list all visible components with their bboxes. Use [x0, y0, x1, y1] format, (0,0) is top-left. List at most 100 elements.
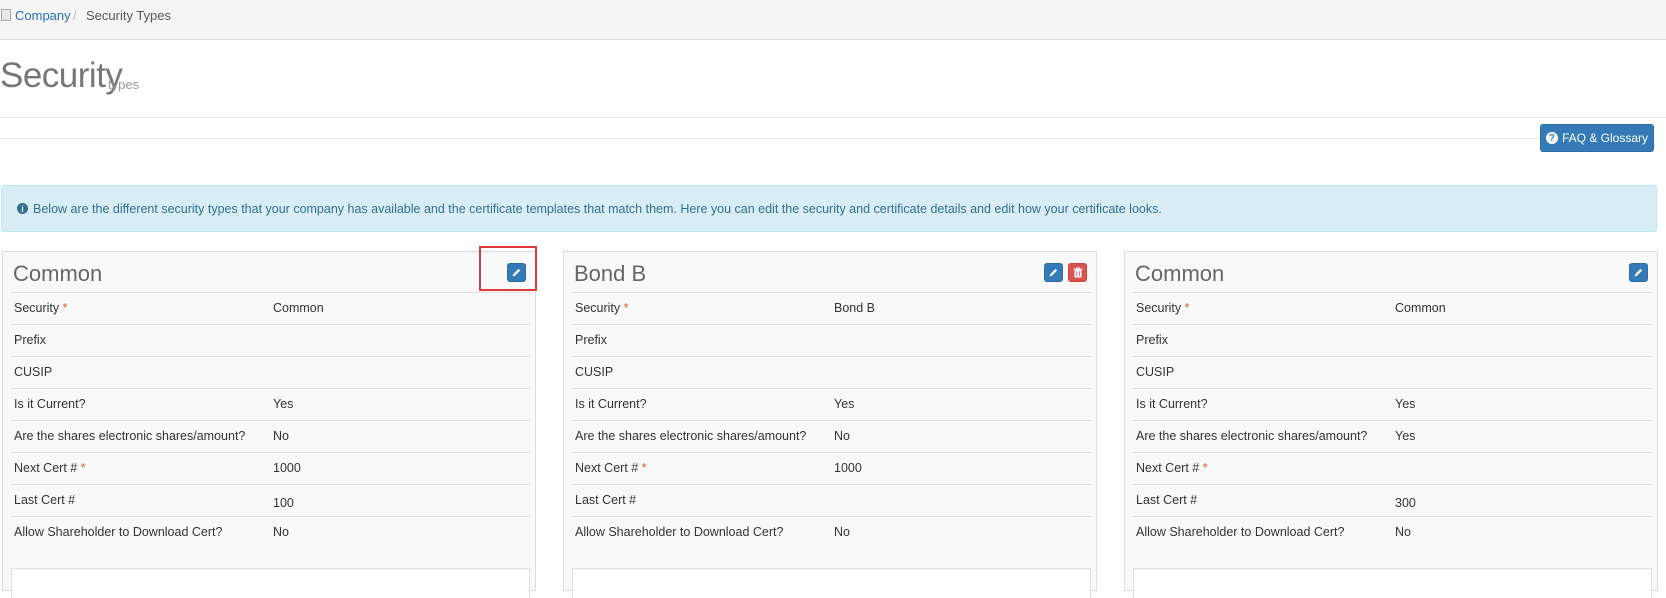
field-label-text: CUSIP: [14, 365, 53, 379]
field-label-text: Are the shares electronic shares/amount?: [1136, 429, 1368, 443]
field-row: Last Cert #: [572, 484, 1091, 516]
field-label: Is it Current?: [14, 397, 86, 411]
field-label-text: Last Cert #: [14, 493, 76, 507]
required-marker: *: [1202, 461, 1208, 475]
field-value: Common: [273, 301, 324, 315]
edit-button[interactable]: [1044, 263, 1063, 282]
field-label-text: Prefix: [14, 333, 46, 347]
faq-glossary-label: FAQ & Glossary: [1561, 131, 1649, 145]
breadcrumb: Company / Security Types: [0, 0, 1666, 40]
field-label-text: Next Cert #: [14, 461, 78, 475]
field-label: CUSIP: [575, 365, 613, 379]
field-label-text: Is it Current?: [575, 397, 647, 411]
card-actions: [1044, 263, 1087, 282]
field-row: Prefix: [11, 324, 530, 356]
breadcrumb-separator: /: [73, 8, 77, 23]
pencil-icon: [1633, 267, 1644, 278]
field-label-text: Is it Current?: [14, 397, 86, 411]
field-row: Prefix: [572, 324, 1091, 356]
divider: [0, 138, 1540, 139]
field-label: Allow Shareholder to Download Cert?: [14, 525, 222, 539]
field-label: Security *: [14, 301, 68, 315]
field-label-text: Are the shares electronic shares/amount?: [575, 429, 807, 443]
delete-button[interactable]: [1068, 263, 1087, 282]
field-row: Last Cert # 300: [1133, 484, 1652, 516]
field-row: Are the shares electronic shares/amount?…: [1133, 420, 1652, 452]
field-value: 100: [273, 496, 294, 510]
field-label: Allow Shareholder to Download Cert?: [575, 525, 783, 539]
card-footer-panel: [572, 568, 1091, 598]
required-marker: *: [80, 461, 86, 475]
security-card: Bond B Security * Bond B Prefix CUSIP Is it C…: [563, 251, 1097, 598]
security-card: Common Security * Common Prefix CUSIP Is it C…: [1124, 251, 1658, 598]
security-card: Common Security * Common Prefix CUSIP Is it C…: [2, 246, 537, 598]
field-value: No: [834, 429, 850, 443]
field-label-text: Prefix: [575, 333, 607, 347]
field-label-text: Security: [1136, 301, 1182, 315]
field-label-text: Security: [575, 301, 621, 315]
field-row: Is it Current? Yes: [572, 388, 1091, 420]
field-value: No: [834, 525, 850, 539]
required-marker: *: [62, 301, 68, 315]
edit-button[interactable]: [1629, 263, 1648, 282]
breadcrumb-company-link[interactable]: Company: [15, 8, 71, 23]
field-label: Is it Current?: [1136, 397, 1208, 411]
field-value: Yes: [1395, 429, 1416, 443]
field-row: CUSIP: [11, 356, 530, 388]
breadcrumb-current: Security Types: [86, 8, 172, 23]
field-label: Last Cert #: [1136, 493, 1197, 507]
field-label-text: CUSIP: [575, 365, 614, 379]
field-label-text: Security: [14, 301, 60, 315]
field-value: 1000: [273, 461, 301, 475]
field-value: Yes: [834, 397, 855, 411]
field-row: Last Cert # 100: [11, 484, 530, 516]
field-row: Are the shares electronic shares/amount?…: [11, 420, 530, 452]
card-fields: Security * Common Prefix CUSIP Is it Current…: [1133, 292, 1652, 548]
field-label: CUSIP: [1136, 365, 1174, 379]
card-actions: [1629, 263, 1648, 282]
faq-glossary-button[interactable]: ? FAQ & Glossary: [1540, 124, 1654, 152]
field-label: Prefix: [575, 333, 607, 347]
field-label: Security *: [575, 301, 629, 315]
field-label-text: Are the shares electronic shares/amount?: [14, 429, 246, 443]
required-marker: *: [623, 301, 629, 315]
field-value: No: [273, 429, 289, 443]
card-footer-panel: [11, 568, 530, 598]
field-row: Are the shares electronic shares/amount?…: [572, 420, 1091, 452]
edit-button-highlight: [479, 246, 537, 291]
field-label-text: Last Cert #: [575, 493, 637, 507]
card-fields: Security * Common Prefix CUSIP Is it Current…: [11, 292, 530, 548]
card-title: Common: [1135, 261, 1225, 286]
document-icon: [1, 9, 11, 21]
field-row: Allow Shareholder to Download Cert? No: [11, 516, 530, 548]
field-label-text: Next Cert #: [1136, 461, 1200, 475]
field-label: Security *: [1136, 301, 1190, 315]
field-row: Next Cert # *: [1133, 452, 1652, 484]
required-marker: *: [641, 461, 647, 475]
field-label-text: Next Cert #: [575, 461, 639, 475]
field-label: Allow Shareholder to Download Cert?: [1136, 525, 1344, 539]
card-footer-panel: [1133, 568, 1652, 598]
field-value: Yes: [1395, 397, 1416, 411]
card-title: Bond B: [574, 261, 647, 286]
field-label: Are the shares electronic shares/amount?: [575, 429, 806, 443]
field-label: Is it Current?: [575, 397, 647, 411]
field-label: Last Cert #: [14, 493, 75, 507]
field-value: Yes: [273, 397, 294, 411]
field-label: CUSIP: [14, 365, 52, 379]
info-circle-icon: i: [17, 203, 28, 214]
field-row: Next Cert # * 1000: [11, 452, 530, 484]
trash-icon: [1073, 267, 1083, 278]
field-row: Security * Bond B: [572, 292, 1091, 324]
pencil-icon: [1048, 267, 1059, 278]
info-banner-text: Below are the different security types t…: [33, 201, 1162, 216]
card-title: Common: [13, 261, 103, 286]
field-row: Prefix: [1133, 324, 1652, 356]
field-value: Bond B: [834, 301, 876, 315]
field-row: Allow Shareholder to Download Cert? No: [1133, 516, 1652, 548]
field-value: Common: [1395, 301, 1446, 315]
card-fields: Security * Bond B Prefix CUSIP Is it Current…: [572, 292, 1091, 548]
field-value: No: [1395, 525, 1411, 539]
field-label-text: Last Cert #: [1136, 493, 1198, 507]
field-label-text: Allow Shareholder to Download Cert?: [575, 525, 784, 539]
